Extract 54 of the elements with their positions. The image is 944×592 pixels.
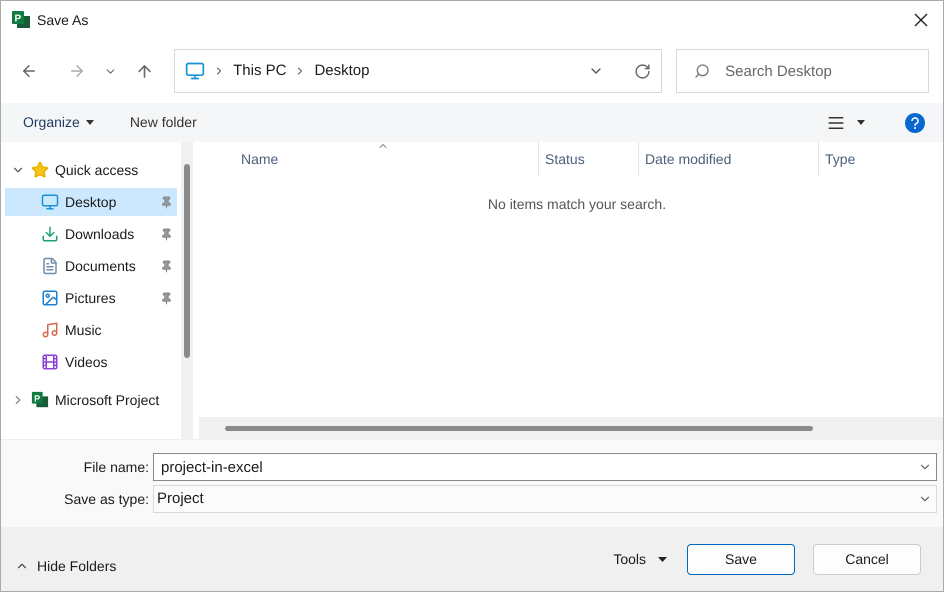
help-button[interactable] bbox=[905, 112, 925, 132]
file-name-field[interactable]: project-in-excel bbox=[153, 453, 937, 481]
nav-item[interactable]: Downloads bbox=[5, 220, 177, 248]
nav-item[interactable]: Quick access bbox=[5, 156, 177, 184]
caret-icon bbox=[857, 120, 865, 125]
file-name-label: File name: bbox=[82, 458, 150, 476]
help-icon bbox=[910, 116, 920, 128]
refresh-icon[interactable] bbox=[634, 62, 652, 80]
nav-label: Music bbox=[65, 320, 103, 340]
new-folder-button[interactable]: New folder bbox=[130, 112, 197, 133]
nav-label: Pictures bbox=[65, 288, 117, 308]
save-as-type-label: Save as type: bbox=[63, 490, 150, 509]
column-header[interactable]: Date modified bbox=[639, 142, 819, 176]
empty-message: No items match your search. bbox=[488, 195, 666, 214]
nav-item[interactable]: Music bbox=[5, 316, 177, 344]
tools-button[interactable]: Tools bbox=[613, 548, 667, 570]
nav-item[interactable]: Desktop bbox=[5, 188, 177, 216]
breadcrumb[interactable]: Desktop bbox=[314, 60, 370, 82]
breadcrumb[interactable]: This PC bbox=[233, 60, 286, 82]
nav-item[interactable]: P Microsoft Project bbox=[5, 386, 177, 414]
column-header[interactable]: Status bbox=[539, 142, 639, 176]
picture-icon bbox=[41, 289, 59, 307]
video-icon bbox=[41, 353, 59, 371]
close-icon bbox=[914, 13, 928, 27]
nav-label: Downloads bbox=[65, 224, 136, 244]
cancel-button[interactable]: Cancel bbox=[813, 544, 921, 574]
nav-item[interactable]: Videos bbox=[5, 348, 177, 376]
column-header[interactable]: Type bbox=[819, 142, 939, 176]
horizontal-scrollbar-thumb[interactable] bbox=[225, 426, 813, 430]
caret-icon bbox=[86, 120, 94, 125]
nav-label: Quick access bbox=[55, 160, 140, 180]
column-header[interactable]: Name bbox=[235, 142, 539, 176]
window-title: Save As bbox=[37, 10, 88, 30]
document-icon bbox=[41, 257, 59, 275]
star-icon bbox=[31, 161, 49, 179]
save-as-type-dropdown[interactable]: Project bbox=[153, 485, 937, 513]
nav-label: Microsoft Project bbox=[55, 390, 160, 410]
hide-folders-button[interactable]: Hide Folders bbox=[15, 556, 116, 576]
download-icon bbox=[41, 225, 59, 243]
search-icon bbox=[694, 63, 710, 79]
desktop-icon bbox=[185, 61, 206, 81]
nav-label: Desktop bbox=[65, 192, 118, 212]
nav-item[interactable]: Pictures bbox=[5, 284, 177, 312]
nav-item[interactable]: Documents bbox=[5, 252, 177, 280]
save-button[interactable]: Save bbox=[687, 544, 795, 574]
search-field[interactable]: Search Desktop bbox=[676, 49, 929, 93]
organize-button[interactable]: Organize bbox=[23, 112, 94, 133]
address-bar[interactable]: This PC Desktop bbox=[174, 49, 662, 93]
music-icon bbox=[41, 321, 59, 339]
nav-label: Documents bbox=[65, 256, 137, 276]
scrollbar-thumb[interactable] bbox=[184, 164, 190, 358]
caret-icon bbox=[658, 556, 667, 562]
nav-label: Videos bbox=[65, 352, 109, 372]
desktop-icon bbox=[41, 193, 59, 211]
